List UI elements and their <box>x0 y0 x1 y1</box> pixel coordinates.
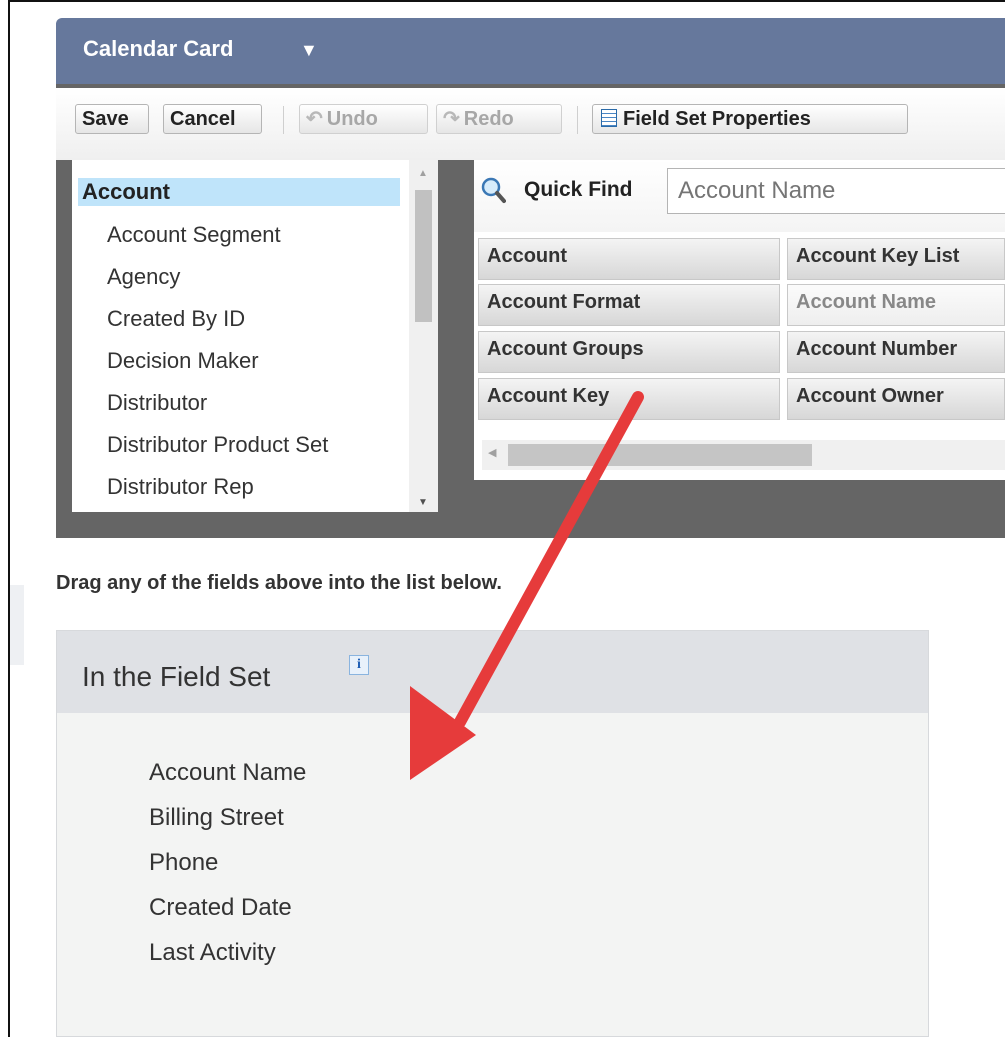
page-gutter <box>10 585 24 665</box>
cancel-button[interactable]: Cancel <box>163 104 262 134</box>
object-list-scrollbar[interactable]: ▲ ▼ <box>409 160 438 512</box>
field-set-member[interactable]: Created Date <box>149 894 292 922</box>
field-set-member[interactable]: Last Activity <box>149 939 276 967</box>
field-set-properties-label: Field Set Properties <box>623 108 811 130</box>
field-set-list-title: In the Field Set <box>82 661 271 692</box>
quick-find-bar: Quick Find <box>474 160 1005 232</box>
field-set-member[interactable]: Billing Street <box>149 804 284 832</box>
field-set-member[interactable]: Account Name <box>149 759 306 787</box>
field-palette: Account Account Format Account Groups Ac… <box>474 232 1005 480</box>
info-icon[interactable]: i <box>349 655 369 675</box>
list-item[interactable]: Distributor Product Set <box>107 431 328 459</box>
field-set-header: Calendar Card ▼ <box>56 18 1005 84</box>
list-item[interactable]: Created By ID <box>107 305 245 333</box>
list-item[interactable]: Decision Maker <box>107 347 259 375</box>
object-list[interactable]: Account Account Segment Agency Created B… <box>72 160 438 512</box>
window-border-top <box>8 0 1005 2</box>
field-account-key-list[interactable]: Account Key List <box>787 238 1005 280</box>
scrollbar-thumb[interactable] <box>415 190 432 322</box>
scrollbar-thumb[interactable] <box>508 444 812 466</box>
search-icon <box>481 177 506 203</box>
quick-find-input[interactable] <box>667 168 1005 214</box>
editor-toolbar: Save Cancel ↶ Undo ↷ Redo Field Set Proper… <box>56 88 1005 160</box>
chevron-down-icon[interactable]: ▼ <box>300 40 318 61</box>
list-item[interactable]: Distributor <box>107 389 207 417</box>
object-list-item-account[interactable]: Account <box>78 178 400 206</box>
window-border-left <box>8 0 10 1037</box>
quick-find-label: Quick Find <box>524 178 633 201</box>
undo-label: Undo <box>326 108 378 130</box>
undo-button[interactable]: ↶ Undo <box>299 104 428 134</box>
list-item[interactable]: Agency <box>107 263 180 291</box>
redo-button[interactable]: ↷ Redo <box>436 104 562 134</box>
field-account-name[interactable]: Account Name <box>787 284 1005 326</box>
list-item[interactable]: Account Segment <box>107 221 281 249</box>
field-account-key[interactable]: Account Key <box>478 378 780 420</box>
field-set-properties-icon <box>601 109 617 127</box>
toolbar-divider <box>577 106 578 134</box>
scroll-down-icon[interactable]: ▼ <box>418 497 428 508</box>
field-account-owner[interactable]: Account Owner <box>787 378 1005 420</box>
cancel-label: Cancel <box>170 108 236 130</box>
list-item[interactable]: Distributor Rep <box>107 473 254 501</box>
field-account[interactable]: Account <box>478 238 780 280</box>
field-account-format[interactable]: Account Format <box>478 284 780 326</box>
field-set-list[interactable]: In the Field Set i Account Name Billing … <box>56 630 929 1037</box>
field-set-list-header: In the Field Set i <box>57 631 928 713</box>
redo-icon: ↷ <box>443 108 460 130</box>
field-palette-scrollbar[interactable]: ◀ <box>482 440 1005 470</box>
toolbar-divider <box>283 106 284 134</box>
field-account-groups[interactable]: Account Groups <box>478 331 780 373</box>
field-account-number[interactable]: Account Number <box>787 331 1005 373</box>
drag-instruction: Drag any of the fields above into the li… <box>56 572 502 594</box>
field-set-member[interactable]: Phone <box>149 849 218 877</box>
scroll-up-icon[interactable]: ▲ <box>418 168 428 179</box>
redo-label: Redo <box>463 108 514 130</box>
scroll-left-icon[interactable]: ◀ <box>488 446 496 459</box>
undo-icon: ↶ <box>306 108 323 130</box>
field-set-title[interactable]: Calendar Card <box>83 36 233 62</box>
save-label: Save <box>82 108 129 130</box>
field-set-properties-button[interactable]: Field Set Properties <box>592 104 908 134</box>
save-button[interactable]: Save <box>75 104 149 134</box>
